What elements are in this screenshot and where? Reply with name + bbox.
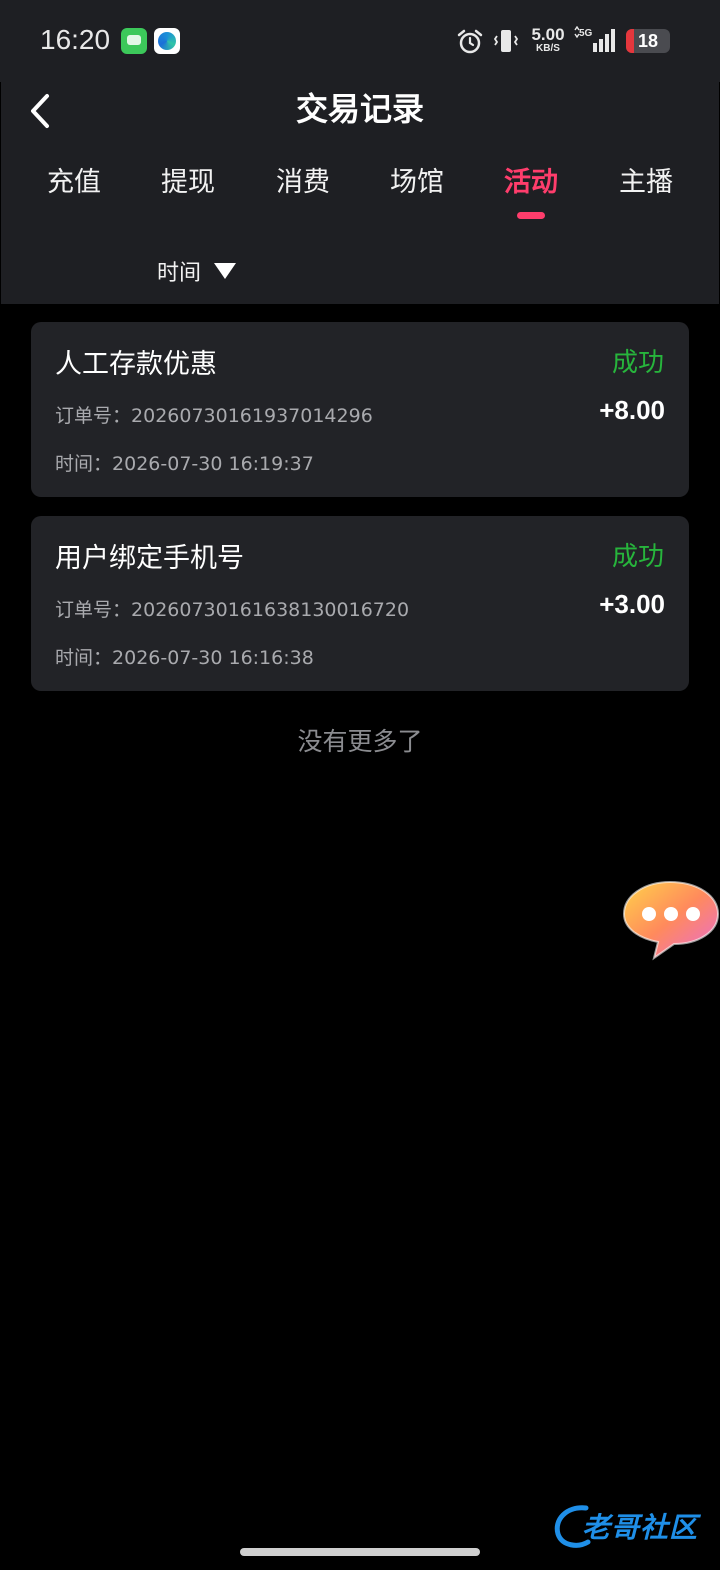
watermark-text: 老哥社区 — [582, 1511, 699, 1544]
order-label: 订单号： — [55, 599, 132, 621]
time-label: 时间： — [55, 453, 113, 475]
record-order: 订单号：20260730161937014296 — [55, 401, 373, 428]
tab-activity[interactable]: 活动 — [476, 160, 586, 199]
record-status: 成功 — [611, 348, 664, 378]
page-title: 交易记录 — [295, 90, 424, 128]
active-tab-indicator — [517, 212, 545, 219]
record-title: 人工存款优惠 — [55, 349, 217, 380]
time-filter[interactable]: 时间 — [157, 254, 237, 288]
time-value: 2026-07-30 16:16:38 — [112, 647, 314, 669]
chat-bubble-icon[interactable] — [620, 876, 720, 962]
order-label: 订单号： — [55, 405, 132, 427]
signal-icon: 5G — [574, 26, 615, 52]
network-speed-unit: KB/S — [536, 43, 560, 54]
tab-bar: 充值 提现 消费 场馆 活动 主播 — [1, 160, 719, 230]
record-card[interactable]: 用户绑定手机号 成功 订单号：20260730161638130016720 +… — [31, 516, 689, 691]
tab-consume[interactable]: 消费 — [248, 160, 358, 199]
order-number: 20260730161937014296 — [131, 405, 373, 427]
tab-recharge[interactable]: 充值 — [19, 160, 129, 199]
record-time: 时间：2026-07-30 16:16:38 — [55, 643, 314, 670]
tab-activity-wrap[interactable]: 活动 — [476, 160, 586, 230]
record-time: 时间：2026-07-30 16:19:37 — [55, 449, 314, 476]
watermark: 老哥社区 — [552, 1502, 712, 1550]
record-amount: +3.00 — [599, 589, 665, 619]
time-value: 2026-07-30 16:19:37 — [112, 453, 314, 475]
tab-venue[interactable]: 场馆 — [362, 160, 472, 199]
record-title: 用户绑定手机号 — [55, 543, 244, 574]
battery-level: 18 — [637, 31, 659, 51]
network-speed: 5.00 KB/S — [526, 26, 570, 54]
time-label: 时间： — [55, 647, 113, 669]
record-amount: +8.00 — [599, 395, 665, 425]
tab-withdraw[interactable]: 提现 — [133, 160, 243, 199]
vibrate-icon — [493, 30, 519, 52]
record-status: 成功 — [611, 542, 664, 572]
record-order: 订单号：20260730161638130016720 — [55, 595, 409, 622]
order-number: 20260730161638130016720 — [131, 599, 410, 621]
messages-app-icon — [121, 28, 147, 54]
edge-browser-icon — [154, 28, 180, 54]
alarm-icon — [457, 29, 483, 54]
home-indicator[interactable] — [240, 1548, 480, 1556]
tab-anchor[interactable]: 主播 — [591, 160, 701, 199]
caret-down-icon — [214, 263, 237, 279]
time-filter-label: 时间 — [157, 261, 202, 286]
record-card[interactable]: 人工存款优惠 成功 订单号：20260730161937014296 +8.00… — [31, 322, 689, 497]
battery-icon: 18 — [626, 29, 670, 53]
header: 交易记录 充值 提现 消费 场馆 活动 主播 时间 — [1, 64, 719, 304]
network-type-label: 5G — [579, 28, 593, 39]
no-more-text: 没有更多了 — [297, 727, 423, 756]
status-time: 16:20 — [40, 24, 111, 55]
network-speed-value: 5.00 — [531, 25, 565, 44]
